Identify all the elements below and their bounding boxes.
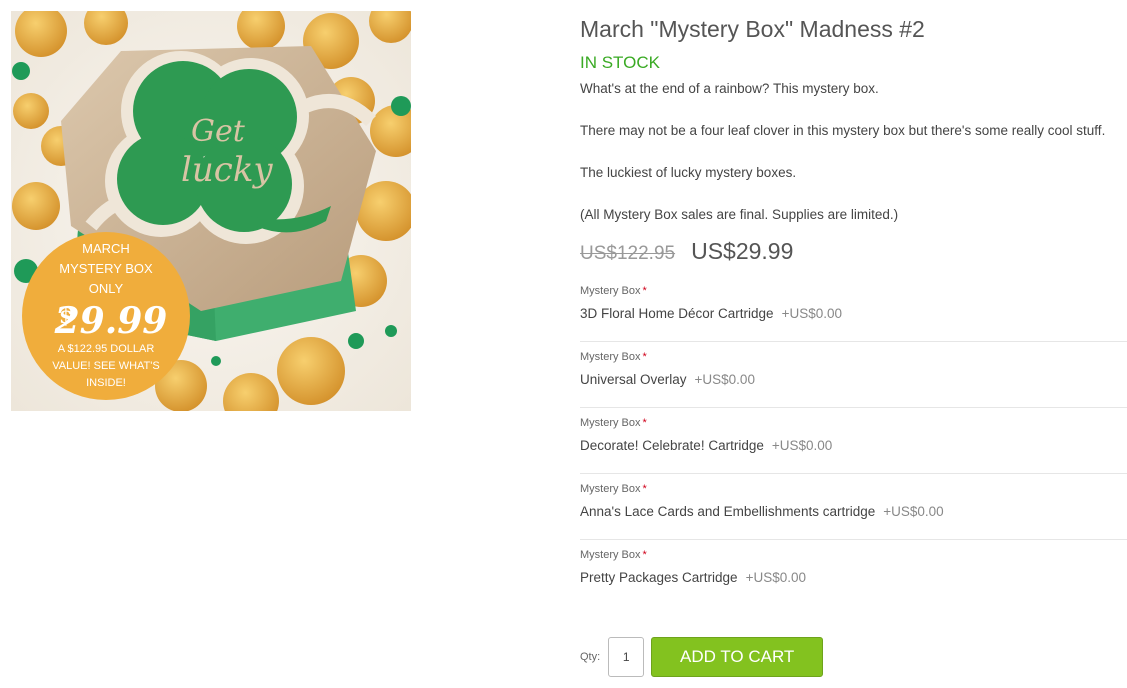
qty-label: Qty: bbox=[580, 651, 601, 663]
option-price: +US$0.00 bbox=[781, 306, 842, 321]
stock-status: IN STOCK bbox=[580, 53, 660, 72]
old-price: US$122.95 bbox=[580, 243, 676, 264]
option-price: +US$0.00 bbox=[883, 504, 944, 519]
option-value[interactable]: Anna's Lace Cards and Embellishments car… bbox=[580, 504, 944, 519]
product-title: March "Mystery Box" Madness #2 bbox=[580, 16, 925, 42]
badge-line-1: MARCH bbox=[82, 241, 130, 256]
option-label: Mystery Box * bbox=[580, 285, 647, 297]
option-label: Mystery Box * bbox=[580, 549, 647, 561]
required-marker: * bbox=[642, 285, 647, 297]
option-value[interactable]: Pretty Packages Cartridge +US$0.00 bbox=[580, 570, 806, 585]
option-row: Mystery Box * 3D Floral Home Décor Cartri… bbox=[580, 276, 1127, 342]
badge-footer-2: VALUE! SEE WHAT'S bbox=[52, 360, 159, 372]
clover-text-lucky: lucky bbox=[181, 150, 273, 190]
description-line-2: There may not be a four leaf clover in t… bbox=[580, 123, 1106, 138]
required-marker: * bbox=[642, 483, 647, 495]
product-description: What's at the end of a rainbow? This mys… bbox=[580, 80, 1127, 224]
description-line-3: The luckiest of lucky mystery boxes. bbox=[580, 165, 797, 180]
option-row: Mystery Box * Universal Overlay +US$0.00 bbox=[580, 342, 1127, 408]
badge-footer-3: INSIDE! bbox=[86, 377, 126, 389]
option-label: Mystery Box * bbox=[580, 351, 647, 363]
option-row: Mystery Box * Anna's Lace Cards and Embel… bbox=[580, 474, 1127, 540]
product-options: Mystery Box * 3D Floral Home Décor Cartri… bbox=[580, 276, 1127, 606]
option-row: Mystery Box * Decorate! Celebrate! Cartri… bbox=[580, 408, 1127, 474]
price-badge: MARCH MYSTERY BOX ONLY $ 29.99 A $122.95… bbox=[22, 232, 190, 400]
option-label: Mystery Box * bbox=[580, 483, 647, 495]
product-image[interactable]: Get lucky MARCH MYSTERY BOX ONLY $ 29.99… bbox=[11, 11, 411, 411]
badge-price: 29.99 bbox=[54, 300, 168, 342]
option-value[interactable]: 3D Floral Home Décor Cartridge +US$0.00 bbox=[580, 306, 842, 321]
sale-price: US$29.99 bbox=[691, 238, 794, 264]
option-price: +US$0.00 bbox=[771, 438, 833, 453]
description-line-1: What's at the end of a rainbow? This mys… bbox=[580, 81, 879, 96]
required-marker: * bbox=[642, 549, 647, 561]
quantity-input[interactable] bbox=[608, 637, 645, 677]
price-row: US$122.95 US$29.99 bbox=[580, 238, 1127, 268]
product-details: March "Mystery Box" Madness #2 IN STOCK … bbox=[580, 14, 1127, 606]
badge-footer-1: A $122.95 DOLLAR bbox=[58, 343, 155, 355]
required-marker: * bbox=[642, 351, 647, 363]
option-value[interactable]: Universal Overlay +US$0.00 bbox=[580, 372, 755, 387]
add-to-cart-button[interactable]: ADD TO CART bbox=[651, 637, 824, 677]
required-marker: * bbox=[642, 417, 647, 429]
option-row: Mystery Box * Pretty Packages Cartridge +U… bbox=[580, 540, 1127, 606]
description-line-4: (All Mystery Box sales are final. Suppli… bbox=[580, 207, 899, 222]
option-label: Mystery Box * bbox=[580, 417, 647, 429]
option-price: +US$0.00 bbox=[745, 570, 806, 585]
clover-text-get: Get bbox=[191, 114, 246, 149]
badge-line-2: MYSTERY BOX bbox=[59, 261, 153, 276]
badge-line-3: ONLY bbox=[89, 281, 124, 296]
option-price: +US$0.00 bbox=[694, 372, 755, 387]
option-value[interactable]: Decorate! Celebrate! Cartridge +US$0.00 bbox=[580, 438, 832, 453]
add-to-cart-row: Qty: ADD TO CART bbox=[580, 637, 824, 677]
mystery-box-illustration: Get lucky MARCH MYSTERY BOX ONLY $ 29.99… bbox=[11, 11, 411, 411]
